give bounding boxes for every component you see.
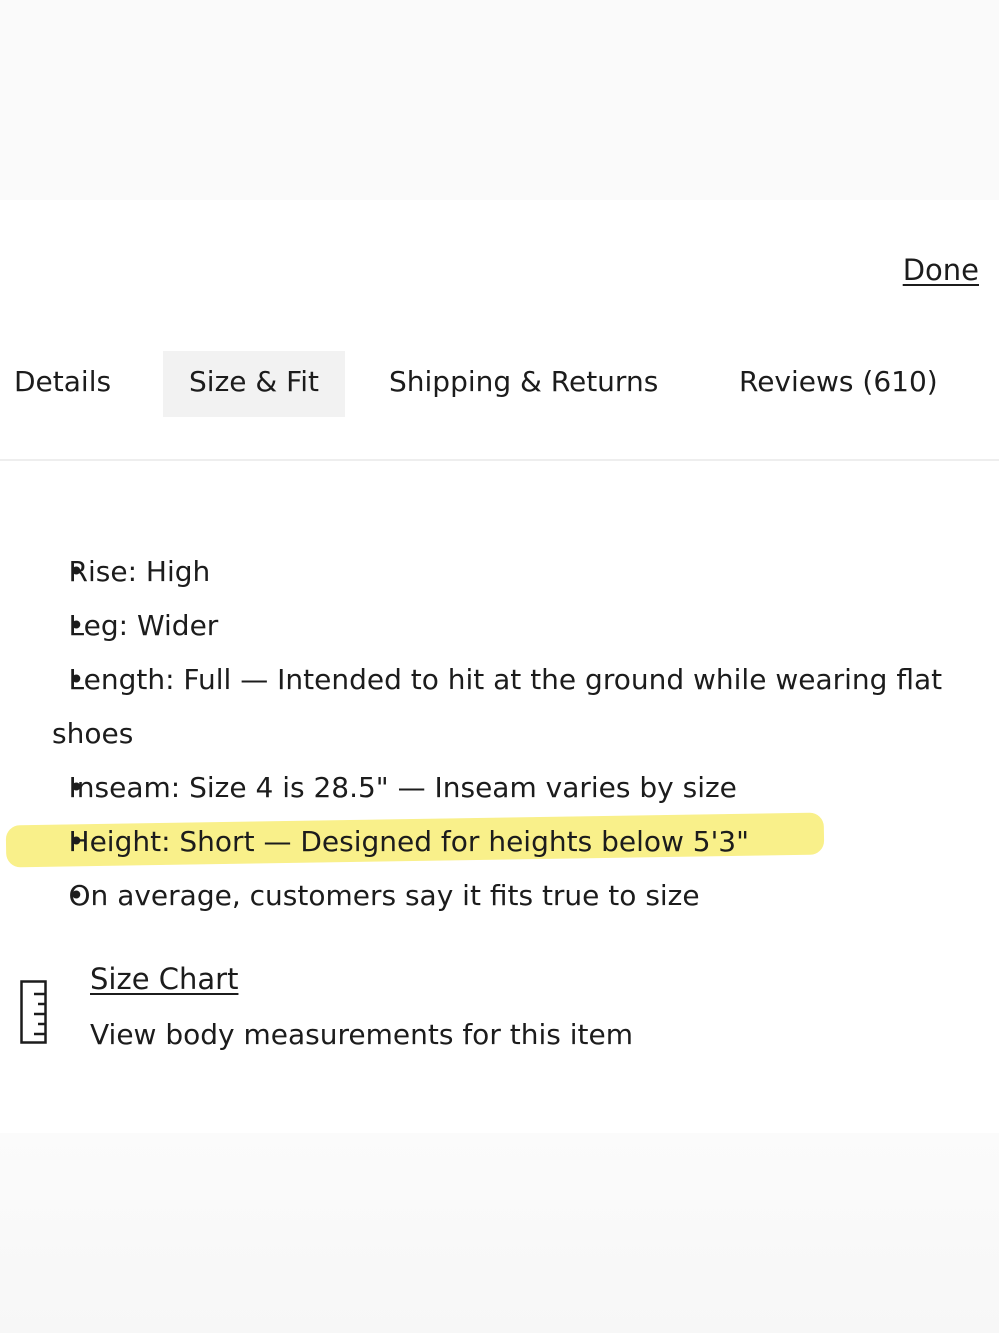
fit-item-inseam: •Inseam: Size 4 is 28.5" — Inseam varies… — [0, 761, 999, 815]
fit-item-leg: •Leg: Wider — [0, 599, 999, 653]
done-button[interactable]: Done — [903, 253, 979, 287]
tab-details[interactable]: Details — [14, 351, 111, 417]
tab-bar: Details Size & Fit Shipping & Returns Re… — [0, 351, 999, 417]
ruler-icon — [20, 980, 47, 1044]
size-chart-section: Size Chart View body measurements for th… — [0, 958, 999, 1068]
fit-item-height: •Height: Short — Designed for heights be… — [0, 815, 999, 869]
bottom-backdrop — [0, 1133, 999, 1333]
size-chart-link[interactable]: Size Chart — [90, 962, 238, 996]
fit-item-fit-summary: •On average, customers say it fits true … — [0, 869, 999, 923]
fit-item-text: Inseam: Size 4 is 28.5" — Inseam varies … — [68, 771, 737, 804]
fit-item-text: Rise: High — [68, 555, 211, 588]
fit-item-text: Leg: Wider — [68, 609, 219, 642]
tab-shipping-returns[interactable]: Shipping & Returns — [389, 351, 658, 417]
tabs-divider — [0, 459, 999, 461]
size-chart-description: View body measurements for this item — [90, 1018, 633, 1051]
fit-item-length: •Length: Full — Intended to hit at the g… — [0, 653, 999, 761]
fit-details-list: •Rise: High •Leg: Wider •Length: Full — … — [0, 545, 999, 923]
tab-size-fit[interactable]: Size & Fit — [163, 351, 345, 417]
fit-item-text: On average, customers say it fits true t… — [68, 879, 700, 912]
fit-item-text: Length: Full — Intended to hit at the gr… — [52, 663, 943, 750]
tab-reviews[interactable]: Reviews (610) — [739, 351, 938, 417]
fit-item-rise: •Rise: High — [0, 545, 999, 599]
fit-item-text: Height: Short — Designed for heights bel… — [68, 825, 749, 858]
top-backdrop — [0, 0, 999, 200]
